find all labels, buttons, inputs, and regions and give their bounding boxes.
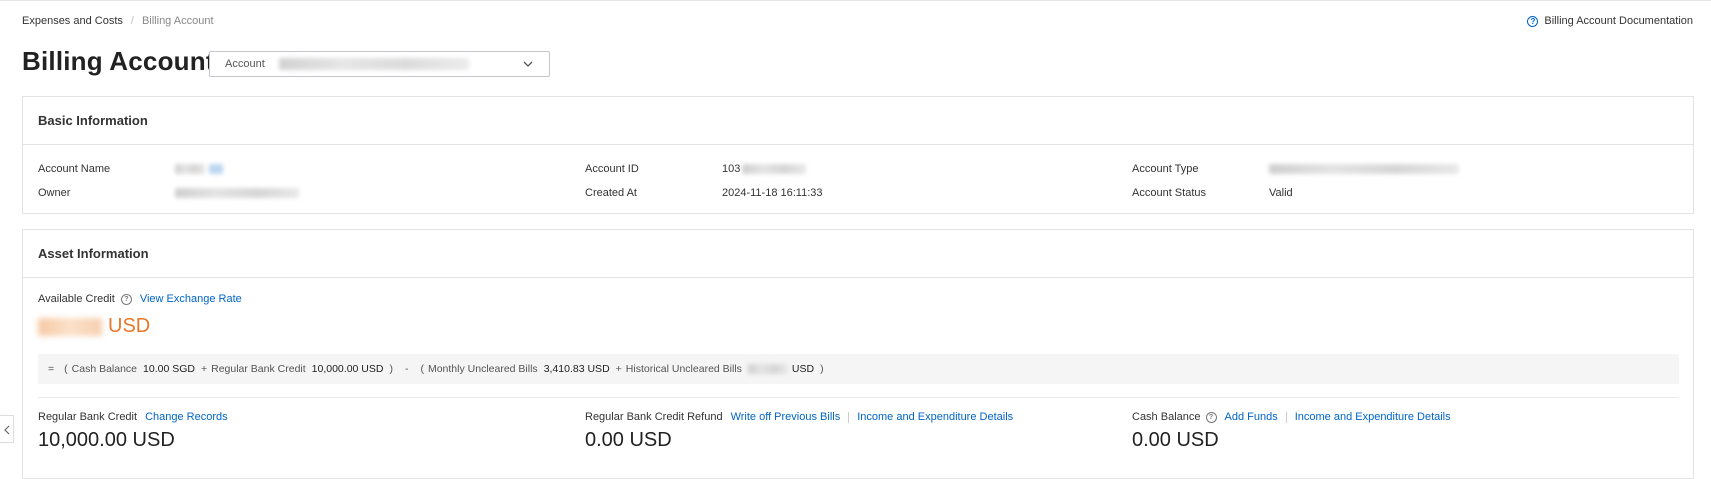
basic-information-card: Basic Information Account Name Owner Acc… — [22, 96, 1694, 214]
account-id-label: Account ID — [585, 163, 639, 175]
cash-balance-value: 0.00 USD — [1132, 429, 1219, 451]
available-credit-header: Available Credit ? View Exchange Rate — [38, 293, 242, 305]
billing-account-documentation-link[interactable]: ? Billing Account Documentation — [1527, 15, 1693, 27]
formula-plus: + — [615, 363, 622, 375]
formula-regular-bank-credit-label: Regular Bank Credit — [211, 363, 306, 375]
available-credit-formula: = ( Cash Balance 10.00 SGD + Regular Ban… — [38, 354, 1679, 384]
available-credit-currency: USD — [108, 315, 151, 337]
asset-information-title: Asset Information — [23, 230, 1693, 278]
formula-paren: ) — [389, 363, 393, 375]
credit-refund-value: 0.00 USD — [585, 429, 672, 451]
account-select-value-redacted — [278, 58, 469, 70]
formula-historical-uncleared-label: Historical Uncleared Bills — [625, 363, 742, 375]
view-exchange-rate-link[interactable]: View Exchange Rate — [140, 293, 242, 305]
formula-paren: ( — [420, 363, 424, 375]
formula-monthly-uncleared-label: Monthly Uncleared Bills — [427, 363, 538, 375]
asset-information-card: Asset Information Available Credit ? Vie… — [22, 229, 1694, 479]
account-type-label: Account Type — [1132, 163, 1199, 175]
formula-cash-balance-value: 10.00 SGD — [143, 363, 195, 375]
account-id-value: 103 — [722, 163, 807, 175]
account-select-label: Account — [225, 58, 265, 70]
cash-balance-label: Cash Balance — [1132, 411, 1201, 423]
formula-historical-uncleared-currency: USD — [791, 363, 815, 375]
credit-refund-metric: Regular Bank Credit Refund Write off Pre… — [585, 411, 1013, 452]
regular-bank-credit-metric: Regular Bank Credit Change Records 10,00… — [38, 411, 228, 452]
account-name-value-redacted — [175, 163, 223, 175]
account-type-value-redacted — [1269, 163, 1459, 175]
page-title: Billing Account — [22, 46, 215, 76]
question-circle-icon[interactable]: ? — [120, 293, 132, 305]
breadcrumb-separator: / — [130, 15, 134, 27]
question-circle-icon[interactable]: ? — [1205, 411, 1217, 423]
breadcrumb-current: Billing Account — [141, 15, 214, 27]
refund-income-expenditure-link[interactable]: Income and Expenditure Details — [857, 411, 1013, 423]
created-at-label: Created At — [585, 187, 637, 199]
chevron-down-icon — [523, 61, 533, 67]
regular-bank-credit-label: Regular Bank Credit — [38, 411, 138, 423]
top-border — [0, 0, 1711, 1]
breadcrumb-expenses-and-costs[interactable]: Expenses and Costs — [22, 15, 123, 27]
divider — [38, 397, 1679, 398]
cash-balance-metric: Cash Balance ? Add Funds Income and Expe… — [1132, 411, 1451, 452]
formula-cash-balance-label: Cash Balance — [71, 363, 138, 375]
regular-bank-credit-value: 10,000.00 USD — [38, 429, 175, 451]
available-credit-value: USD — [38, 315, 150, 338]
account-status-label: Account Status — [1132, 187, 1206, 199]
formula-monthly-uncleared-value: 3,410.83 USD — [543, 363, 610, 375]
formula-minus: - — [404, 363, 409, 375]
formula-paren: ) — [820, 363, 824, 375]
add-funds-link[interactable]: Add Funds — [1225, 411, 1278, 423]
available-credit-label: Available Credit — [38, 293, 115, 305]
formula-plus: + — [200, 363, 208, 375]
formula-equals: = — [48, 363, 55, 375]
basic-information-title: Basic Information — [23, 97, 1693, 145]
owner-label: Owner — [38, 187, 71, 199]
cash-income-expenditure-link[interactable]: Income and Expenditure Details — [1295, 411, 1451, 423]
available-credit-amount-redacted — [38, 317, 102, 336]
link-divider — [848, 411, 850, 423]
credit-refund-label: Regular Bank Credit Refund — [585, 411, 723, 423]
account-select[interactable]: Account — [209, 51, 550, 77]
link-divider — [1285, 411, 1287, 423]
sidebar-collapse-toggle[interactable] — [0, 415, 14, 443]
formula-paren: ( — [64, 363, 68, 375]
formula-historical-uncleared-redacted — [747, 364, 788, 374]
breadcrumb: Expenses and Costs / Billing Account — [22, 15, 214, 27]
formula-regular-bank-credit-value: 10,000.00 USD — [311, 363, 384, 375]
owner-value-redacted — [175, 187, 299, 199]
account-status-value: Valid — [1269, 187, 1293, 199]
documentation-link-label: Billing Account Documentation — [1544, 15, 1693, 27]
account-name-label: Account Name — [38, 163, 111, 175]
change-records-link[interactable]: Change Records — [145, 411, 228, 423]
chevron-left-icon — [4, 425, 10, 435]
write-off-previous-bills-link[interactable]: Write off Previous Bills — [731, 411, 841, 423]
created-at-value: 2024-11-18 16:11:33 — [722, 187, 823, 199]
question-circle-icon: ? — [1527, 15, 1539, 27]
